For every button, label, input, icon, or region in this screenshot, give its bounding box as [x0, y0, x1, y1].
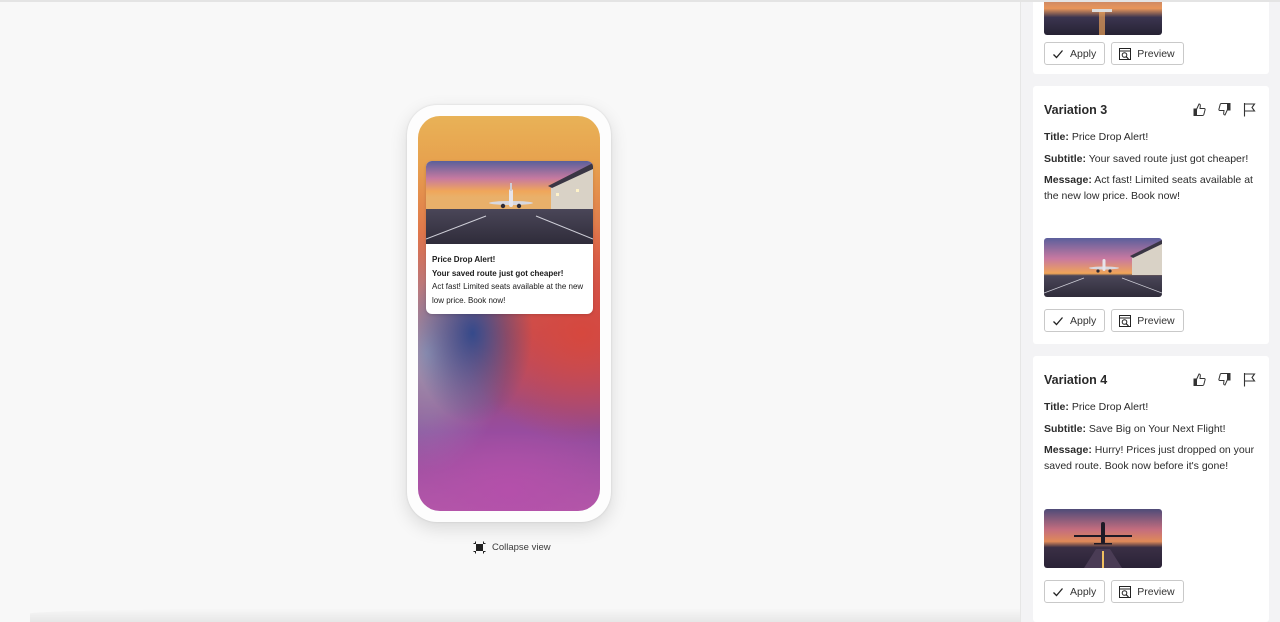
variation-card: Variation 4 Title: Price Drop Alert! Sub…	[1033, 356, 1269, 622]
checkmark-icon	[1053, 316, 1063, 325]
notification-image	[426, 161, 593, 244]
bottom-shadow	[30, 608, 1020, 622]
apply-label: Apply	[1070, 47, 1097, 60]
preview-icon	[1119, 585, 1132, 598]
variation-image	[1044, 509, 1162, 568]
variation-field-title: Title: Price Drop Alert!	[1044, 131, 1149, 143]
collapse-view-button[interactable]: Collapse view	[473, 541, 551, 554]
notification-message: Act fast! Limited seats available at the…	[432, 282, 584, 305]
apply-button[interactable]: Apply	[1044, 580, 1106, 603]
variation-title: Variation 4	[1044, 372, 1108, 387]
notification-title: Price Drop Alert!	[432, 255, 496, 264]
preview-button[interactable]: Preview	[1111, 580, 1184, 603]
apply-label: Apply	[1070, 585, 1097, 598]
preview-label: Preview	[1137, 585, 1175, 598]
phone-mockup: Price Drop Alert! Your saved route just …	[407, 105, 611, 522]
preview-label: Preview	[1137, 314, 1175, 327]
variation-field-subtitle: Subtitle: Save Big on Your Next Flight!	[1044, 422, 1226, 435]
preview-icon	[1119, 314, 1132, 327]
variation-field-title: Title: Price Drop Alert!	[1044, 401, 1149, 413]
variation-title: Variation 3	[1044, 102, 1108, 117]
preview-label: Preview	[1137, 47, 1175, 60]
push-notification-preview: Price Drop Alert! Your saved route just …	[426, 161, 593, 314]
apply-button[interactable]: Apply	[1044, 42, 1106, 65]
variations-panel[interactable]: Apply Preview Variation 3 Title: Price D…	[1020, 2, 1280, 622]
variation-field-subtitle: Subtitle: Your saved route just got chea…	[1044, 152, 1249, 165]
checkmark-icon	[1053, 587, 1063, 596]
thumbs-up-icon[interactable]	[1192, 372, 1207, 387]
thumbs-down-icon[interactable]	[1217, 372, 1232, 387]
collapse-view-label: Collapse view	[492, 542, 551, 553]
apply-label: Apply	[1070, 314, 1097, 327]
thumbs-down-icon[interactable]	[1217, 102, 1232, 117]
variation-card: Variation 3 Title: Price Drop Alert! Sub…	[1033, 86, 1269, 344]
preview-button[interactable]: Preview	[1111, 42, 1184, 65]
variation-image	[1044, 2, 1162, 35]
preview-area: Price Drop Alert! Your saved route just …	[0, 2, 1020, 622]
variation-field-message: Message: Hurry! Prices just dropped on y…	[1044, 444, 1255, 472]
flag-icon[interactable]	[1242, 102, 1257, 117]
preview-button[interactable]: Preview	[1111, 309, 1184, 332]
flag-icon[interactable]	[1242, 372, 1257, 387]
checkmark-icon	[1053, 49, 1063, 58]
variation-image	[1044, 238, 1162, 297]
phone-screen: Price Drop Alert! Your saved route just …	[418, 116, 600, 511]
notification-subtitle: Your saved route just got cheaper!	[432, 268, 564, 278]
collapse-icon	[473, 541, 486, 554]
variation-card: Apply Preview	[1033, 2, 1269, 74]
apply-button[interactable]: Apply	[1044, 309, 1106, 332]
preview-icon	[1119, 47, 1132, 60]
thumbs-up-icon[interactable]	[1192, 102, 1207, 117]
variation-field-message: Message: Act fast! Limited seats availab…	[1044, 174, 1253, 202]
